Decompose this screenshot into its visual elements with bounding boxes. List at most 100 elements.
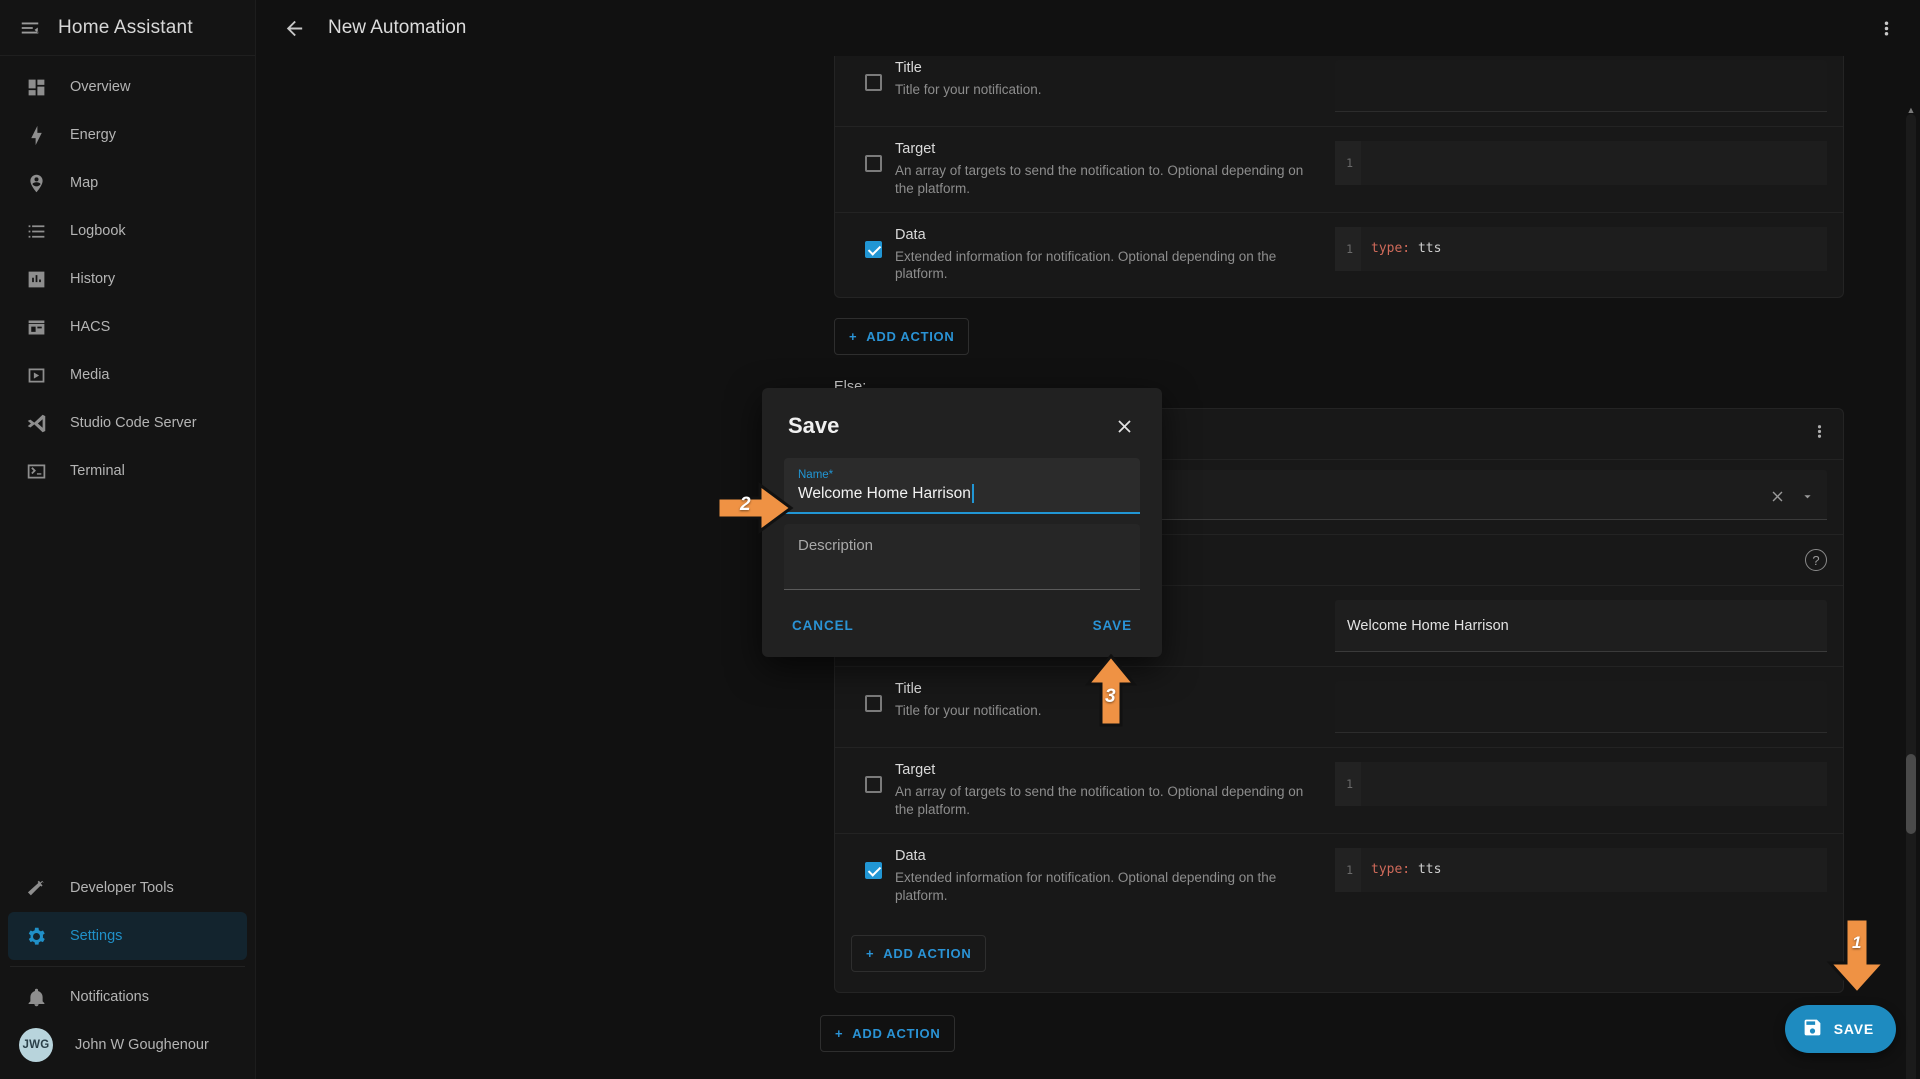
yaml-value: tts	[1417, 241, 1442, 257]
play-box-icon	[24, 363, 48, 387]
sidebar-item-media[interactable]: Media	[8, 351, 247, 399]
data-2-checkbox[interactable]	[864, 861, 882, 879]
data-code-editor[interactable]: 1 type: tts	[1335, 226, 1827, 271]
sidebar-item-developer-tools[interactable]: Developer Tools	[8, 864, 247, 912]
target-2-checkbox[interactable]	[864, 776, 882, 794]
message-input-value: Welcome Home Harrison	[1347, 617, 1509, 634]
bell-icon	[24, 985, 48, 1009]
dialog-body: Name* Welcome Home Harrison Description	[762, 452, 1162, 590]
data-label-group: Data Extended information for notificati…	[895, 227, 1335, 284]
sidebar-item-user-profile[interactable]: JWG John W Goughenour	[8, 1021, 247, 1069]
target-code-editor[interactable]: 1	[1335, 141, 1827, 185]
data-2-code-editor[interactable]: 1 type: tts	[1335, 847, 1827, 892]
chart-box-icon	[24, 267, 48, 291]
title-2-label-group: Title Title for your notification.	[895, 681, 1335, 720]
description-field-placeholder: Description	[798, 537, 874, 554]
dots-vertical-icon[interactable]	[1810, 422, 1829, 446]
sidebar-item-label: Logbook	[70, 223, 126, 239]
help-circle-icon[interactable]: ?	[1805, 549, 1827, 572]
field-description: Extended information for notification. O…	[895, 869, 1277, 903]
field-name: Title	[895, 681, 922, 698]
title-checkbox-wrap	[851, 60, 895, 91]
close-icon[interactable]	[1769, 488, 1786, 510]
dialog-cancel-button[interactable]: CANCEL	[784, 612, 862, 639]
title-checkbox[interactable]	[864, 74, 882, 91]
save-dialog: Save Name* Welcome Home Harrison Descrip…	[762, 388, 1162, 657]
sidebar-item-label: Terminal	[70, 463, 125, 479]
code-content: type: tts	[1361, 241, 1441, 256]
sidebar-item-label: Media	[70, 367, 110, 383]
close-icon[interactable]	[1108, 410, 1140, 442]
sidebar-divider	[10, 966, 245, 967]
field-name: Target	[895, 141, 936, 157]
sidebar-item-logbook[interactable]: Logbook	[8, 207, 247, 255]
sidebar-item-studio-code-server[interactable]: Studio Code Server	[8, 399, 247, 447]
dots-vertical-icon[interactable]	[1866, 8, 1906, 48]
add-action-button-bottom[interactable]: + ADD ACTION	[820, 1014, 956, 1052]
plus-icon: +	[866, 945, 875, 961]
add-action-row-inner: + ADD ACTION	[835, 919, 1843, 992]
sidebar-item-overview[interactable]: Overview	[8, 63, 247, 111]
arrow-left-icon[interactable]	[274, 8, 314, 48]
field-name: Target	[895, 762, 936, 779]
message-input[interactable]: Welcome Home Harrison	[1335, 600, 1827, 653]
add-action-button-inner[interactable]: + ADD ACTION	[851, 934, 987, 972]
target-checkbox-wrap	[851, 141, 895, 172]
sidebar-item-label: Developer Tools	[70, 880, 174, 896]
sidebar-title: Home Assistant	[58, 16, 193, 38]
field-name: Data	[895, 847, 926, 864]
title-label-group: Title Title for your notification.	[895, 60, 1335, 99]
field-description: An array of targets to send the notifica…	[895, 784, 1304, 818]
data-checkbox[interactable]	[864, 240, 882, 258]
map-marker-account-icon	[24, 171, 48, 195]
scrollbar-track[interactable]	[1906, 114, 1916, 1079]
sidebar-item-terminal[interactable]: Terminal	[8, 447, 247, 495]
field-row-data: Data Extended information for notificati…	[835, 211, 1843, 298]
action-fields-card-top: Title Title for your notification. Targe…	[834, 56, 1844, 299]
title-input[interactable]	[1335, 60, 1827, 112]
vscode-icon	[24, 411, 48, 435]
target-2-code-editor[interactable]: 1	[1335, 762, 1827, 807]
plus-icon: +	[835, 1025, 844, 1041]
field-description: Title for your notification.	[895, 82, 1042, 97]
sidebar-item-label: Energy	[70, 127, 116, 143]
dialog-save-button[interactable]: SAVE	[1085, 612, 1140, 639]
sidebar-item-history[interactable]: History	[8, 255, 247, 303]
add-action-button-top[interactable]: + ADD ACTION	[834, 318, 970, 356]
fab-save-button[interactable]: SAVE	[1784, 1005, 1896, 1053]
sidebar: Home Assistant Overview Energy Map Logbo…	[0, 0, 256, 1079]
yaml-key: type:	[1371, 241, 1411, 257]
dialog-name-field[interactable]: Name* Welcome Home Harrison	[784, 458, 1140, 514]
vertical-scrollbar[interactable]: ▲ ▼	[1906, 105, 1916, 1079]
title-2-checkbox[interactable]	[864, 695, 882, 713]
chevron-down-icon[interactable]	[1800, 489, 1815, 509]
sidebar-item-notifications[interactable]: Notifications	[8, 973, 247, 1021]
scrollbar-thumb[interactable]	[1906, 754, 1916, 834]
target-2-label-group: Target An array of targets to send the n…	[895, 762, 1335, 819]
title-2-input[interactable]	[1335, 681, 1827, 734]
sidebar-header: Home Assistant	[0, 0, 255, 56]
code-gutter: 1	[1335, 847, 1361, 892]
target-checkbox[interactable]	[864, 155, 882, 172]
sidebar-item-settings[interactable]: Settings	[8, 912, 247, 960]
sidebar-item-label: Map	[70, 175, 99, 191]
dialog-actions: CANCEL SAVE	[762, 590, 1162, 657]
sidebar-item-hacs[interactable]: HACS	[8, 303, 247, 351]
topbar: New Automation	[256, 0, 1920, 56]
page-title: New Automation	[328, 17, 467, 38]
lightning-bolt-icon	[24, 123, 48, 147]
sidebar-item-energy[interactable]: Energy	[8, 111, 247, 159]
sidebar-item-map[interactable]: Map	[8, 159, 247, 207]
sidebar-item-label: History	[70, 271, 116, 287]
dialog-description-field[interactable]: Description	[784, 524, 1140, 590]
add-action-label: ADD ACTION	[883, 945, 972, 961]
yaml-key: type:	[1371, 862, 1411, 878]
dialog-title: Save	[788, 413, 840, 438]
console-icon	[24, 459, 48, 483]
menu-collapse-icon[interactable]	[10, 8, 50, 48]
sidebar-bottom: Developer Tools Settings Notifications J…	[0, 864, 255, 1079]
cog-icon	[24, 924, 48, 948]
scroll-up-arrow[interactable]: ▲	[1906, 104, 1916, 116]
content-save-icon	[1802, 1017, 1823, 1041]
field-name: Data	[895, 226, 926, 243]
